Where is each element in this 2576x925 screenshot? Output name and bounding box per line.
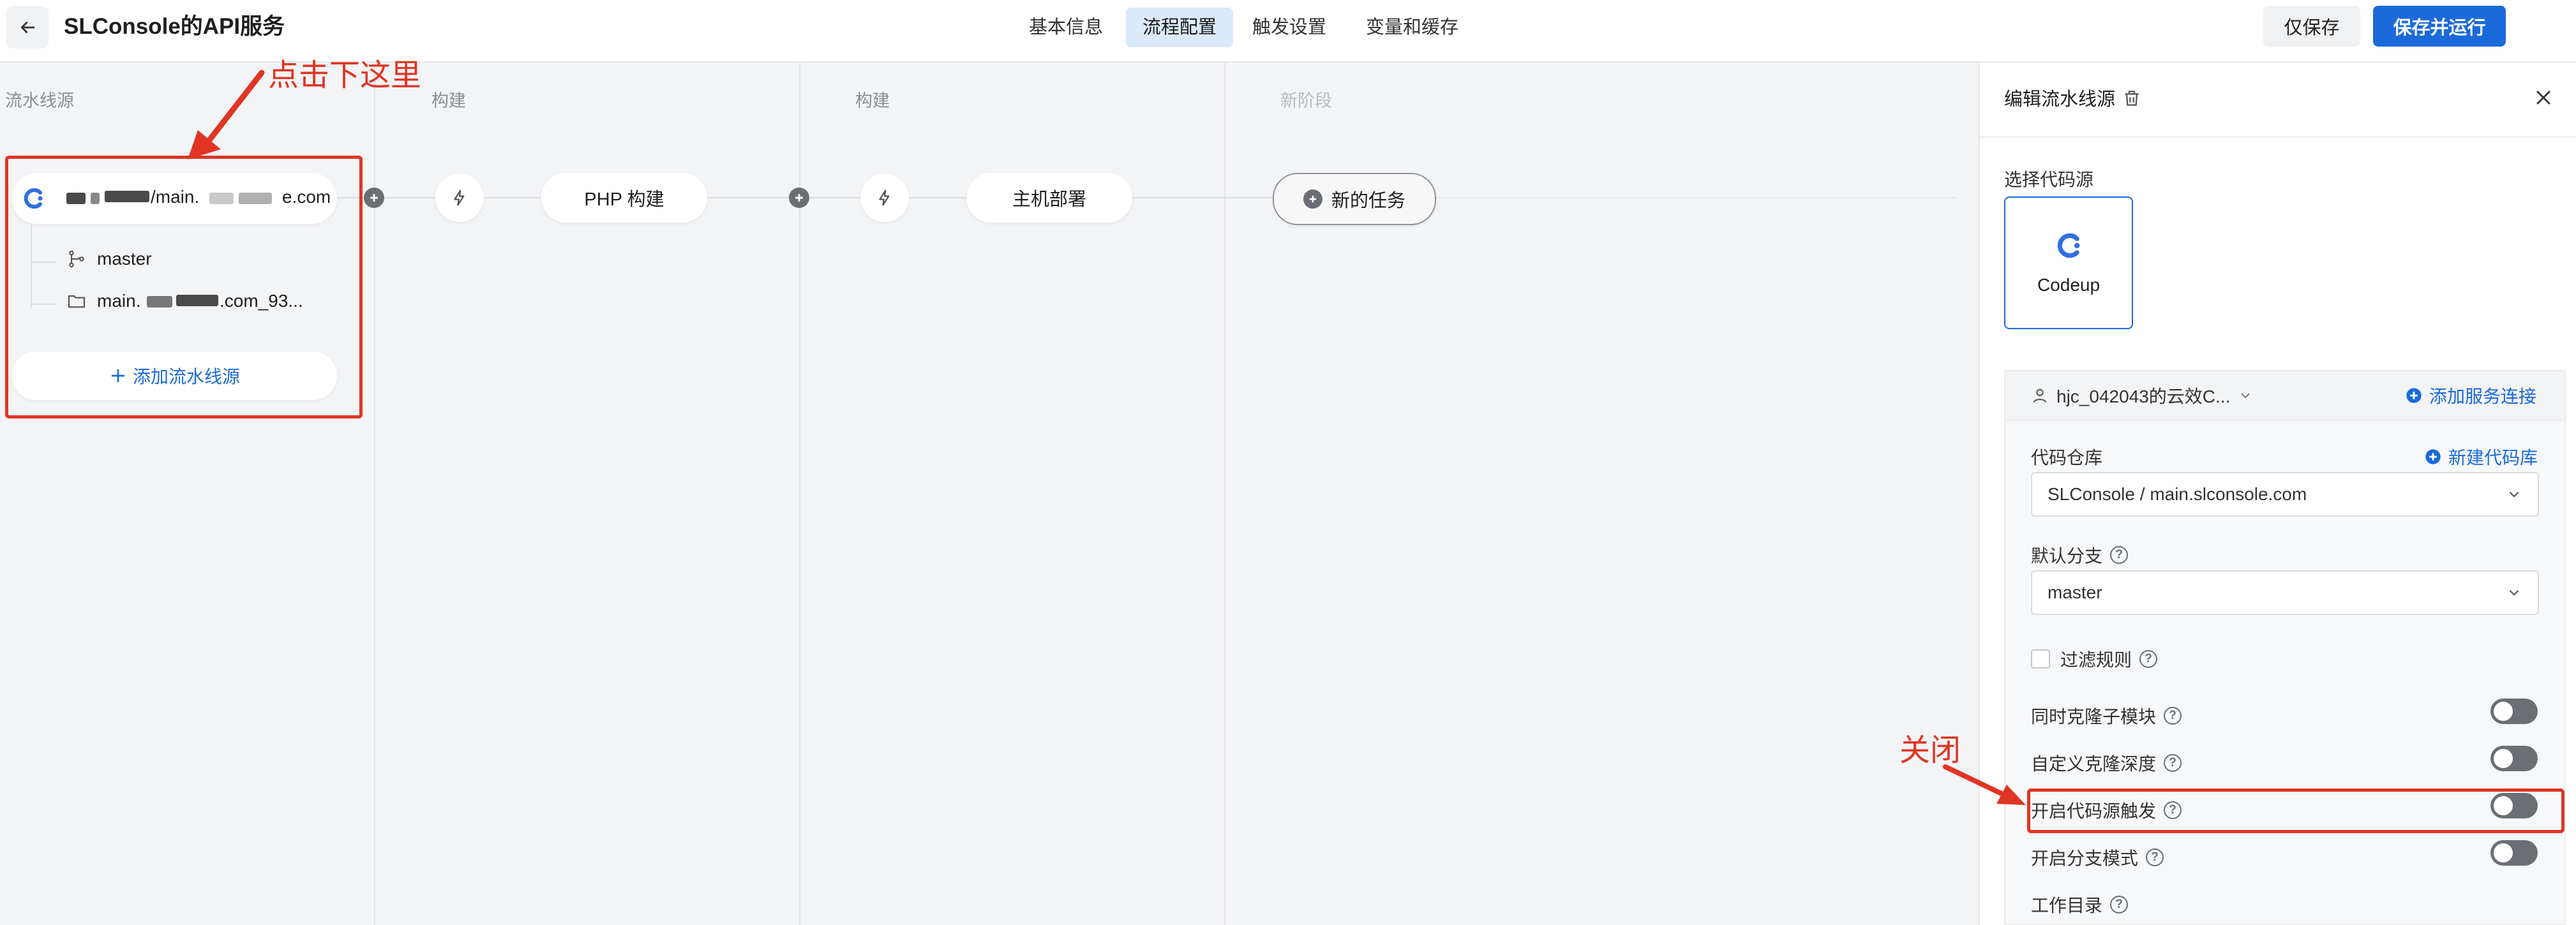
panel-divider bbox=[1980, 137, 2576, 138]
repo-select-value: SLConsole / main.slconsole.com bbox=[2048, 484, 2307, 504]
default-branch-label: 默认分支 ? bbox=[2031, 542, 2129, 568]
help-icon[interactable]: ? bbox=[2110, 896, 2129, 914]
arrow-left-icon bbox=[20, 22, 35, 33]
job-php-build[interactable]: PHP 构建 bbox=[541, 173, 707, 223]
add-stage-button[interactable] bbox=[789, 188, 809, 208]
trash-icon[interactable] bbox=[2122, 88, 2142, 108]
toggle-label-clone-depth: 自定义克隆深度 ? bbox=[2031, 750, 2182, 776]
account-name: hjc_042043的云效C... bbox=[2056, 387, 2231, 406]
chevron-down-icon bbox=[2509, 589, 2519, 596]
tab-trigger-settings[interactable]: 触发设置 bbox=[1236, 8, 1343, 47]
new-repo-link[interactable]: 新建代码库 bbox=[2424, 444, 2538, 470]
select-source-label: 选择代码源 bbox=[2004, 170, 2094, 189]
codeup-label: Codeup bbox=[2037, 275, 2100, 295]
repo-label: 代码仓库 bbox=[2031, 448, 2103, 468]
user-icon bbox=[2033, 389, 2047, 403]
stage-title-new-stage[interactable]: 新阶段 bbox=[1280, 87, 1332, 112]
help-icon[interactable]: ? bbox=[2164, 707, 2182, 725]
clone-depth-toggle[interactable] bbox=[2490, 746, 2538, 771]
page-title: SLConsole的API服务 bbox=[64, 14, 285, 39]
account-select[interactable]: hjc_042043的云效C... bbox=[2031, 383, 2253, 408]
workdir-label: 工作目录 ? bbox=[2031, 892, 2129, 917]
filter-rules-checkbox[interactable] bbox=[2031, 649, 2050, 669]
annotation-arrow-icon bbox=[1943, 764, 2026, 805]
annotation-arrow-icon bbox=[188, 70, 265, 159]
tab-flow-config[interactable]: 流程配置 bbox=[1126, 8, 1234, 47]
save-and-run-button[interactable]: 保存并运行 bbox=[2373, 6, 2506, 47]
back-button[interactable] bbox=[6, 6, 49, 48]
chevron-down-icon bbox=[2509, 491, 2519, 498]
tab-variables-cache[interactable]: 变量和缓存 bbox=[1349, 8, 1475, 47]
stage-title-build-1[interactable]: 构建 bbox=[431, 87, 466, 112]
default-branch-value: master bbox=[2048, 582, 2102, 602]
filter-rules-row: 过滤规则 ? bbox=[2031, 646, 2158, 672]
stage-divider bbox=[1224, 63, 1225, 925]
toggle-label-branch-mode: 开启分支模式 ? bbox=[2031, 845, 2164, 870]
lightning-icon bbox=[454, 189, 465, 206]
clone-submodules-toggle[interactable] bbox=[2490, 699, 2538, 724]
lightning-icon bbox=[879, 189, 890, 206]
plus-icon bbox=[795, 194, 803, 202]
help-icon[interactable]: ? bbox=[2110, 546, 2129, 564]
new-task-button[interactable]: 新的任务 bbox=[1273, 173, 1436, 225]
job-host-deploy[interactable]: 主机部署 bbox=[966, 173, 1132, 223]
plus-icon bbox=[370, 194, 378, 202]
branch-mode-toggle[interactable] bbox=[2490, 840, 2538, 866]
codeup-source-card[interactable]: Codeup bbox=[2004, 196, 2133, 329]
add-service-connection-label: 添加服务连接 bbox=[2429, 387, 2537, 406]
default-branch-select[interactable]: master bbox=[2031, 570, 2539, 615]
new-task-label: 新的任务 bbox=[1331, 191, 1405, 211]
help-icon[interactable]: ? bbox=[2146, 848, 2164, 866]
flow-connector bbox=[1432, 197, 1956, 198]
plus-circle-icon bbox=[1303, 189, 1322, 209]
chevron-down-icon bbox=[2241, 393, 2250, 399]
toggle-label-submodules: 同时克隆子模块 ? bbox=[2031, 703, 2182, 729]
help-icon[interactable]: ? bbox=[2139, 650, 2158, 668]
stage-trigger-button[interactable] bbox=[860, 174, 909, 222]
codeup-logo-icon bbox=[2057, 233, 2080, 258]
annotation-highlight-box bbox=[5, 156, 363, 418]
stage-trigger-button[interactable] bbox=[435, 174, 484, 222]
annotation-highlight-box bbox=[2027, 788, 2565, 833]
panel-title: 编辑流水线源 bbox=[2004, 89, 2116, 110]
plus-circle-icon bbox=[2406, 388, 2422, 403]
repo-select[interactable]: SLConsole / main.slconsole.com bbox=[2031, 472, 2539, 517]
stage-title-build-2[interactable]: 构建 bbox=[855, 87, 890, 112]
new-repo-label: 新建代码库 bbox=[2448, 448, 2538, 468]
close-icon[interactable] bbox=[2533, 87, 2554, 108]
add-stage-button[interactable] bbox=[364, 188, 384, 208]
plus-circle-icon bbox=[2425, 449, 2441, 464]
tab-basic-info[interactable]: 基本信息 bbox=[1012, 8, 1120, 47]
stage-title-source: 流水线源 bbox=[5, 91, 74, 110]
save-button[interactable]: 仅保存 bbox=[2263, 6, 2360, 47]
annotation-click-here: 点击下这里 bbox=[268, 59, 422, 93]
add-service-connection-link[interactable]: 添加服务连接 bbox=[2405, 383, 2536, 408]
help-icon[interactable]: ? bbox=[2164, 754, 2182, 772]
